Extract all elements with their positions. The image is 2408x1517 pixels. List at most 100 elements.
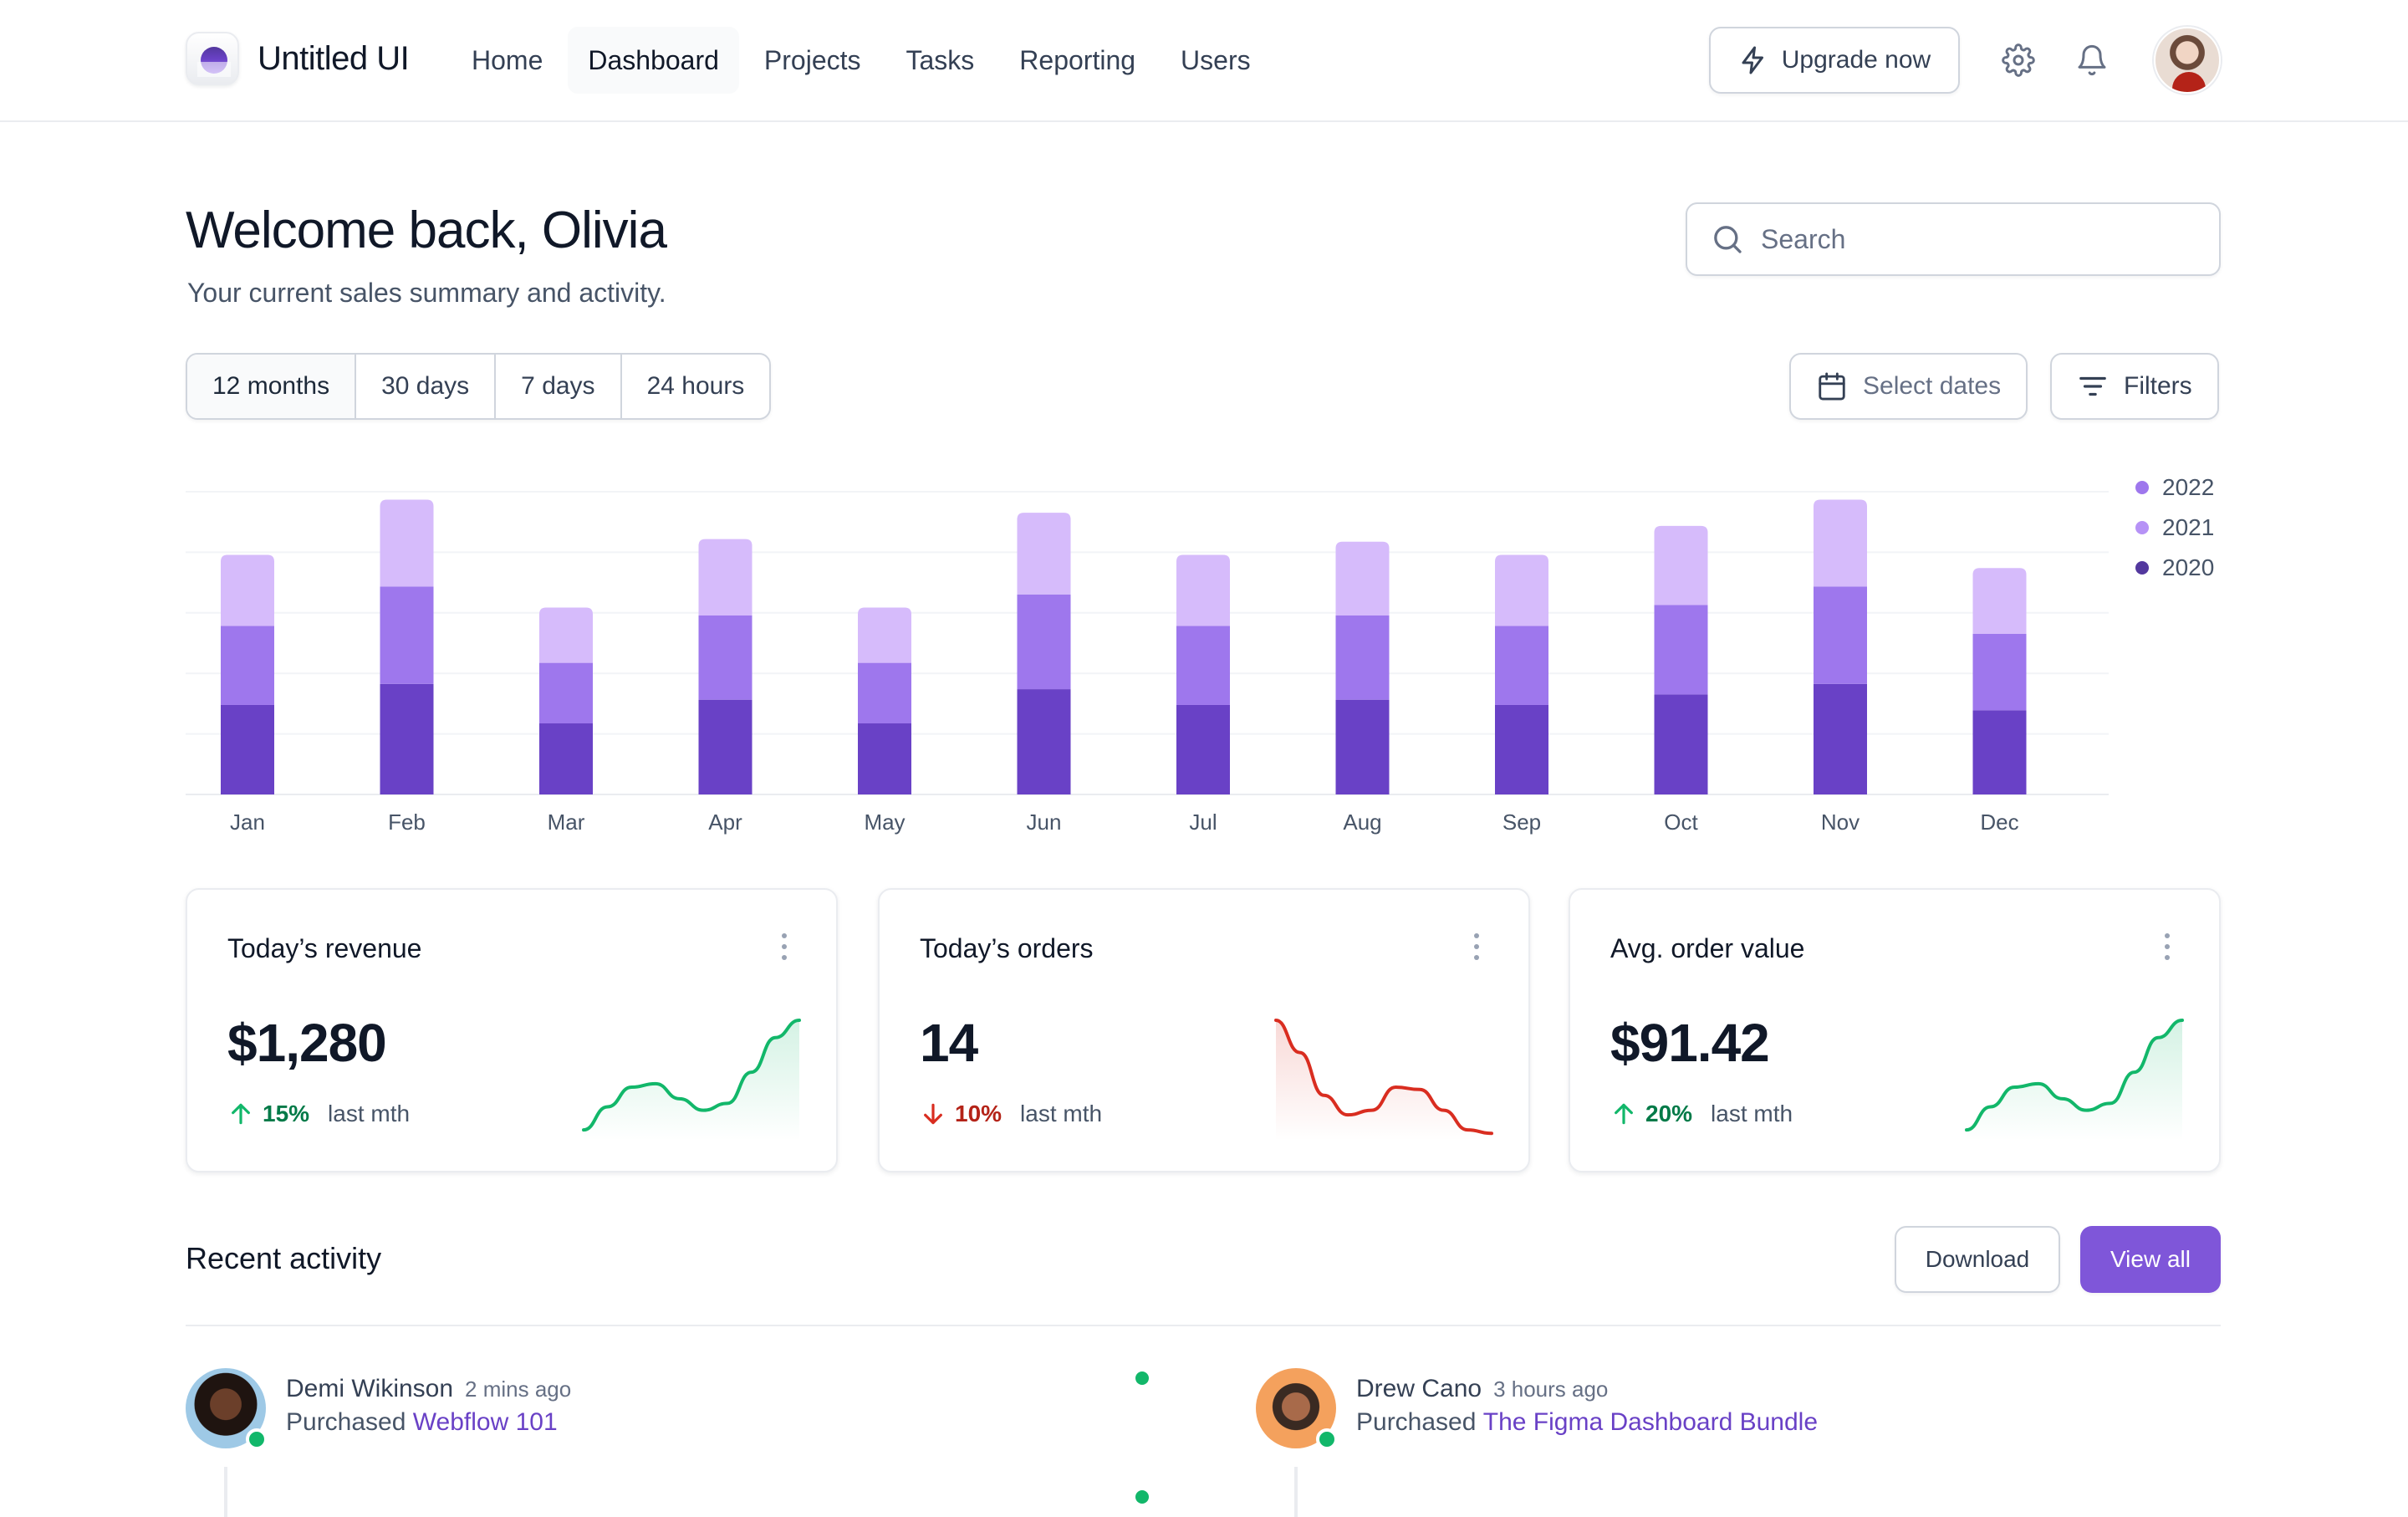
bar-may-2021	[858, 662, 911, 724]
activity-product-link[interactable]: The Figma Dashboard Bundle	[1483, 1408, 1818, 1436]
legend-label-2020: 2020	[2162, 554, 2215, 580]
activity-time: 2 mins ago	[465, 1377, 572, 1402]
view-all-button[interactable]: View all	[2080, 1226, 2221, 1293]
search-icon	[1714, 226, 1742, 253]
legend-label-2022: 2022	[2162, 474, 2215, 500]
range-12-months[interactable]: 12 months	[187, 355, 357, 418]
x-tick-label: Jul	[1189, 810, 1217, 835]
activity-item[interactable]: Demi Wikinson 2 mins ago Purchased Webflo…	[186, 1368, 1189, 1517]
section-divider	[186, 1325, 2221, 1326]
online-indicator	[1316, 1428, 1338, 1450]
legend-dot-2022	[2135, 481, 2149, 494]
sales-bar-chart: Jan Feb Mar Apr May Jun Jul Aug Sep Oct Nov Dec	[186, 491, 2109, 835]
bar-jul-2022	[1176, 554, 1230, 626]
sparkline-chart	[1965, 1019, 2184, 1141]
range-24-hours[interactable]: 24 hours	[622, 355, 770, 418]
bar-may-2022	[858, 607, 911, 663]
metric-change-percent: 10%	[955, 1101, 1002, 1126]
nav-item-reporting[interactable]: Reporting	[999, 27, 1156, 94]
filters-label: Filters	[2124, 372, 2192, 400]
legend-dot-2021	[2135, 521, 2149, 534]
activity-description: Purchased Webflow 101	[286, 1408, 558, 1437]
gear-icon	[2002, 43, 2035, 77]
activity-item[interactable]: Drew Cano 3 hours ago Purchased The Figma…	[1256, 1368, 2217, 1517]
metric-change-period: last mth	[1711, 1101, 1793, 1126]
nav-item-home[interactable]: Home	[452, 27, 563, 94]
date-range-tabs: 12 months 30 days 7 days 24 hours	[186, 353, 772, 420]
select-dates-label: Select dates	[1863, 372, 2002, 400]
notifications-button[interactable]	[2062, 30, 2122, 90]
arrow-up-icon	[1615, 1103, 1633, 1125]
bar-apr-2022	[698, 539, 752, 615]
bar-aug-2022	[1335, 541, 1390, 615]
search-input[interactable]	[1761, 223, 2196, 255]
recent-activity-title: Recent activity	[186, 1241, 382, 1275]
download-button[interactable]: Download	[1895, 1226, 2060, 1293]
bar-jul-2021	[1176, 626, 1230, 705]
metric-value: 14	[920, 1013, 978, 1073]
nav-item-dashboard[interactable]: Dashboard	[568, 27, 739, 94]
bar-apr-2021	[698, 615, 752, 700]
filter-lines-icon	[2079, 376, 2106, 396]
nav-item-projects[interactable]: Projects	[744, 27, 881, 94]
page-title: Welcome back, Olivia	[186, 202, 667, 259]
activity-user: Demi Wikinson 2 mins ago	[286, 1375, 571, 1403]
filters-button[interactable]: Filters	[2050, 353, 2219, 420]
x-tick-label: Oct	[1664, 810, 1698, 835]
timeline-connector	[1294, 1467, 1298, 1517]
bar-may-2020	[858, 723, 911, 794]
metric-card-avg-order: Avg. order value $91.42 20% last mth	[1569, 888, 2221, 1172]
x-tick-label: Feb	[388, 810, 426, 835]
bar-sep-2021	[1495, 626, 1548, 705]
bar-nov-2021	[1814, 586, 1867, 684]
range-30-days[interactable]: 30 days	[356, 355, 497, 418]
timeline-connector	[224, 1467, 227, 1517]
calendar-icon	[1819, 372, 1845, 401]
bar-sep-2022	[1495, 554, 1548, 626]
upgrade-button[interactable]: Upgrade now	[1709, 27, 1960, 94]
x-tick-label: Jun	[1027, 810, 1062, 835]
select-dates-button[interactable]: Select dates	[1789, 353, 2028, 420]
top-navigation: Untitled UI Home Dashboard Projects Task…	[0, 0, 2408, 122]
search-box[interactable]	[1686, 202, 2221, 276]
legend-item-2021: 2021	[2135, 513, 2214, 542]
bar-jul-2020	[1176, 704, 1230, 794]
metric-change-percent: 20%	[1645, 1101, 1693, 1126]
bar-jan-2022	[221, 554, 274, 626]
more-vertical-icon[interactable]	[774, 930, 794, 963]
x-tick-label: May	[864, 810, 905, 835]
bar-aug-2020	[1335, 699, 1390, 794]
more-vertical-icon[interactable]	[2157, 930, 2177, 963]
logo[interactable]: Untitled UI	[186, 32, 410, 85]
bar-mar-2020	[539, 723, 593, 794]
avatar	[186, 1368, 268, 1450]
metric-change: 10% last mth	[920, 1101, 1102, 1127]
x-tick-label: Dec	[1980, 810, 2018, 835]
activity-product-link[interactable]: Webflow 101	[413, 1408, 558, 1436]
activity-user: Drew Cano 3 hours ago	[1356, 1375, 1608, 1403]
user-avatar[interactable]	[2154, 27, 2221, 94]
activity-action: Purchased	[1356, 1408, 1477, 1436]
activity-action: Purchased	[286, 1408, 406, 1436]
bar-jun-2022	[1017, 513, 1071, 595]
bar-jan-2021	[221, 626, 274, 705]
bar-mar-2021	[539, 662, 593, 724]
bar-mar-2022	[539, 607, 593, 663]
nav-item-tasks[interactable]: Tasks	[886, 27, 995, 94]
sparkline-area	[584, 1020, 799, 1141]
bar-feb-2022	[380, 499, 434, 587]
metric-title: Today’s revenue	[227, 933, 422, 963]
unread-dot	[1135, 1371, 1149, 1385]
nav-item-users[interactable]: Users	[1161, 27, 1271, 94]
range-7-days[interactable]: 7 days	[496, 355, 622, 418]
bar-aug-2021	[1335, 615, 1390, 700]
x-tick-label: Aug	[1343, 810, 1381, 835]
bar-sep-2020	[1495, 704, 1548, 794]
sparkline-chart	[582, 1019, 801, 1141]
sparkline-chart	[1274, 1019, 1493, 1141]
settings-button[interactable]	[1988, 30, 2048, 90]
bell-icon	[2078, 44, 2106, 76]
sparkline-area	[1967, 1020, 2182, 1141]
more-vertical-icon[interactable]	[1467, 930, 1487, 963]
legend-dot-2020	[2135, 561, 2149, 575]
